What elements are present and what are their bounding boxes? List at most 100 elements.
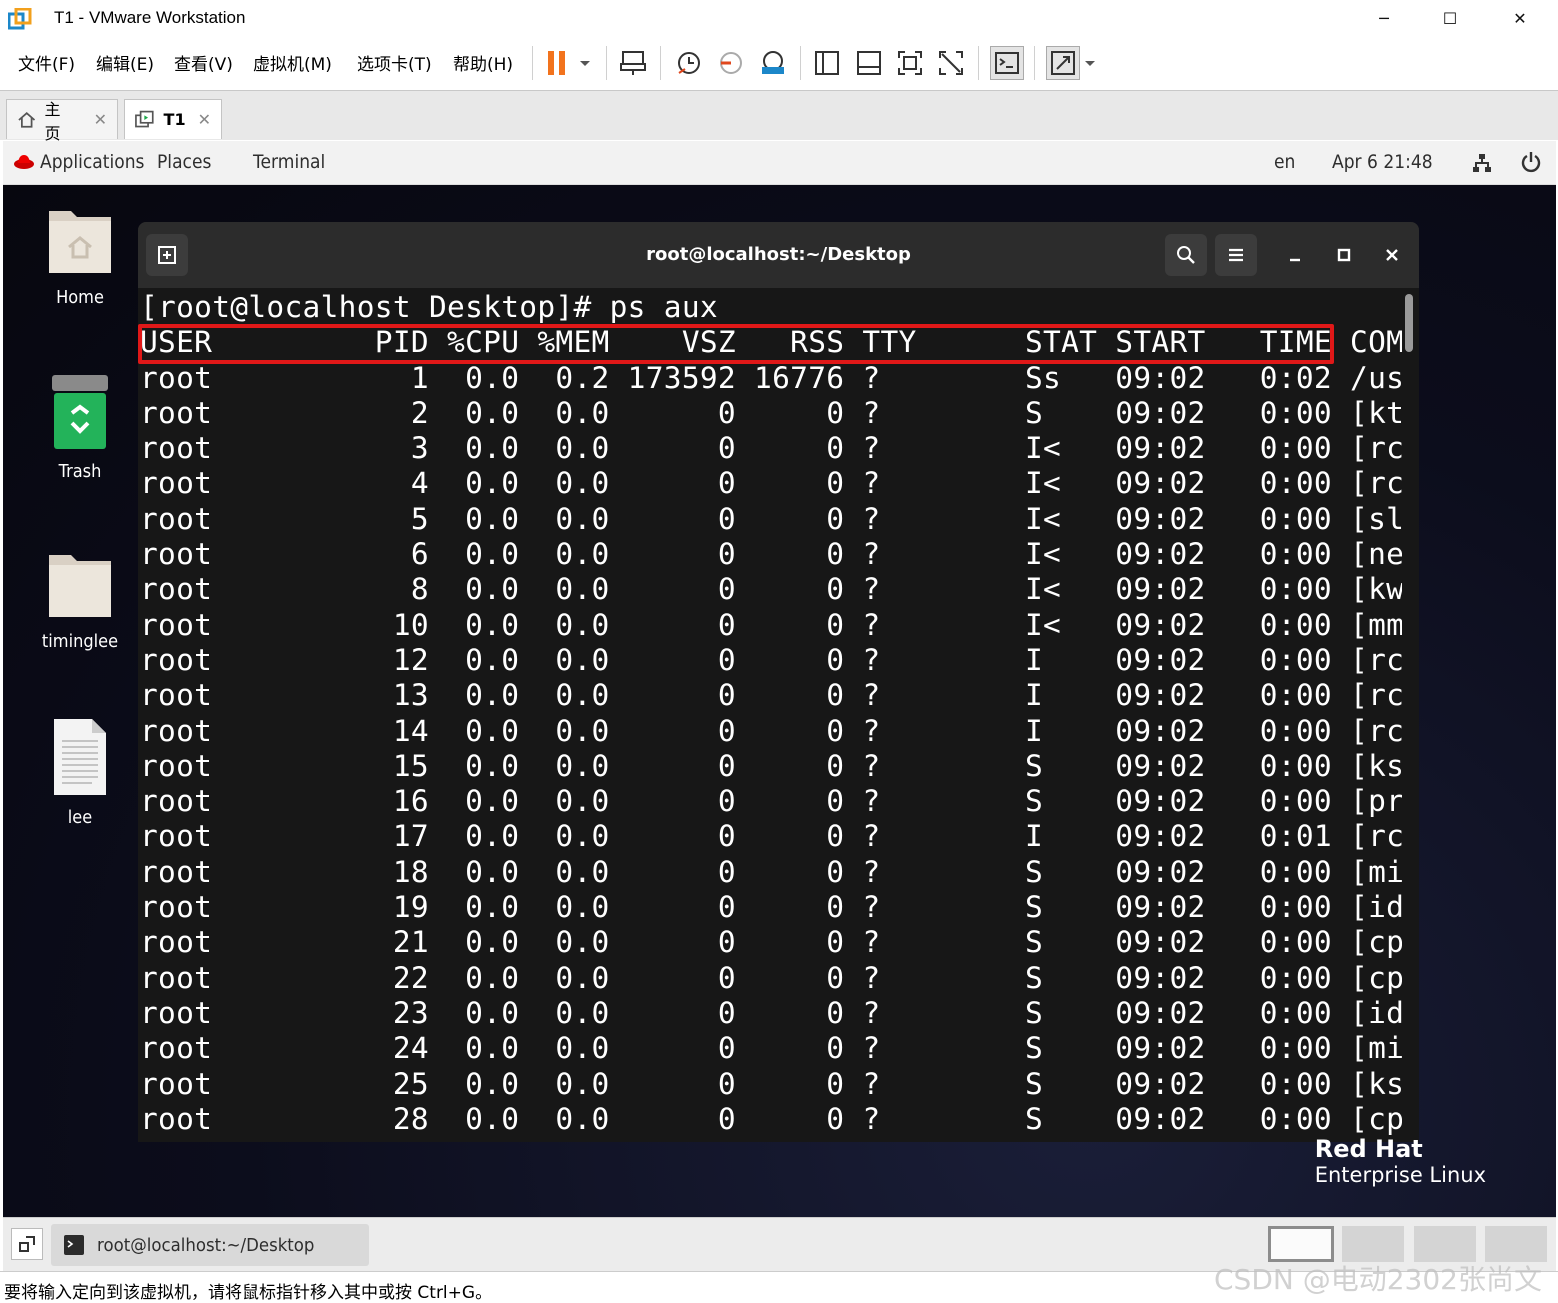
close-tab-icon[interactable]: ✕ — [94, 110, 107, 129]
show-desktop-icon[interactable] — [11, 1228, 43, 1260]
snapshot-manager-icon[interactable] — [756, 46, 790, 80]
pause-dropdown-icon[interactable] — [570, 46, 600, 80]
home-icon — [18, 111, 36, 128]
pause-icon[interactable] — [540, 46, 574, 80]
minimize-icon[interactable] — [1276, 236, 1314, 274]
watermark: CSDN @电动2302张尚文 — [1214, 1263, 1542, 1296]
menu-vm[interactable]: 虚拟机(M) — [253, 50, 332, 75]
desktop-icon-label: timinglee — [41, 631, 119, 652]
os-logo-line2: Enterprise Linux — [1314, 1163, 1486, 1187]
send-ctrl-alt-del-icon[interactable] — [616, 46, 650, 80]
close-icon[interactable] — [1373, 236, 1411, 274]
taskbar-terminal-button[interactable]: root@localhost:~/Desktop — [51, 1224, 369, 1266]
desktop-icon-trash[interactable]: Trash — [25, 373, 135, 482]
desktop-icon-timinglee[interactable]: timinglee — [25, 547, 135, 652]
ps-process-row: root 23 0.0 0.0 0 0 ? S 09:02 0:00 [idle… — [140, 995, 1402, 1030]
terminal-icon — [64, 1235, 84, 1255]
ps-process-row: root 28 0.0 0.0 0 0 ? S 09:02 0:00 [cpuh… — [140, 1101, 1402, 1136]
ps-process-row: root 1 0.0 0.2 173592 16776 ? Ss 09:02 0… — [140, 360, 1402, 395]
tab-t1[interactable]: T1 ✕ — [124, 99, 222, 139]
menu-view[interactable]: 查看(V) — [174, 50, 233, 75]
workspace-1[interactable] — [1268, 1226, 1334, 1262]
terminal-header-bar[interactable]: root@localhost:~/Desktop — [138, 222, 1419, 288]
input-language[interactable]: en — [1274, 151, 1295, 173]
show-library-icon[interactable] — [810, 46, 844, 80]
stretch-dropdown-icon[interactable] — [1078, 46, 1102, 80]
redhat-icon — [14, 155, 34, 169]
desktop-icon-label: Trash — [58, 461, 102, 482]
stretch-view-icon[interactable] — [1046, 46, 1080, 80]
desktop-icon-home[interactable]: Home — [25, 203, 135, 308]
terminal-prompt-line: [root@localhost Desktop]# ps aux — [140, 290, 718, 324]
text-file-icon — [54, 719, 106, 795]
toolbar-separator — [1034, 46, 1035, 80]
unity-mode-icon[interactable] — [934, 46, 968, 80]
gnome-top-bar: Applications Places Terminal en Apr 6 21… — [3, 141, 1556, 185]
ps-process-row: root 5 0.0 0.0 0 0 ? I< 09:02 0:00 [slub… — [140, 501, 1402, 536]
tab-label: 主页 — [44, 99, 61, 143]
menu-bar: 文件(F) 编辑(E) 查看(V) 虚拟机(M) 选项卡(T) 帮助(H) — [0, 38, 1558, 88]
ps-process-row: root 22 0.0 0.0 0 0 ? S 09:02 0:00 [cpuh… — [140, 960, 1402, 995]
clock[interactable]: Apr 6 21:48 — [1332, 151, 1433, 173]
tab-label: T1 — [163, 110, 186, 129]
ps-process-row: root 2 0.0 0.0 0 0 ? S 09:02 0:00 [kthre… — [140, 395, 1402, 430]
revert-snapshot-icon[interactable] — [714, 46, 748, 80]
console-view-icon[interactable] — [990, 46, 1024, 80]
minimize-button[interactable]: ─ — [1370, 6, 1398, 32]
guest-desktop: Home Trash timinglee lee root@localhost:… — [3, 185, 1556, 1217]
places-menu[interactable]: Places — [157, 151, 211, 173]
desktop-icon-label: Home — [56, 287, 104, 308]
toolbar-separator — [660, 46, 661, 80]
toolbar-separator — [800, 46, 801, 80]
ps-process-row: root 24 0.0 0.0 0 0 ? S 09:02 0:00 [migr… — [140, 1031, 1402, 1066]
show-thumbnail-icon[interactable] — [852, 46, 886, 80]
workspace-3[interactable] — [1414, 1226, 1476, 1262]
ps-process-row: root 15 0.0 0.0 0 0 ? S 09:02 0:00 [ksof… — [140, 748, 1402, 783]
ps-process-row: root 12 0.0 0.0 0 0 ? I 09:02 0:00 [rcu_… — [140, 642, 1402, 677]
title-bar: T1 - VMware Workstation ─ ☐ ✕ — [0, 0, 1558, 38]
terminal-app-menu[interactable]: Terminal — [253, 151, 325, 173]
ps-process-row: root 8 0.0 0.0 0 0 ? I< 09:02 0:00 [kwor… — [140, 572, 1402, 607]
ps-process-row: root 13 0.0 0.0 0 0 ? I 09:02 0:00 [rcu_… — [140, 678, 1402, 713]
ps-process-row: root 6 0.0 0.0 0 0 ? I< 09:02 0:00 [netn… — [140, 537, 1402, 572]
menu-tabs[interactable]: 选项卡(T) — [357, 50, 432, 75]
close-button[interactable]: ✕ — [1506, 6, 1534, 32]
toolbar-separator — [532, 46, 533, 80]
applications-menu[interactable]: Applications — [40, 151, 144, 173]
taskbar-window-label: root@localhost:~/Desktop — [97, 1234, 315, 1256]
maximize-icon[interactable] — [1325, 236, 1363, 274]
power-icon[interactable] — [1521, 151, 1541, 173]
close-tab-icon[interactable]: ✕ — [198, 110, 211, 129]
hamburger-menu-icon[interactable] — [1215, 234, 1257, 276]
menu-file[interactable]: 文件(F) — [18, 50, 75, 75]
terminal-output[interactable]: [root@localhost Desktop]# ps aux USER PID… — [140, 290, 1402, 1142]
window-title: T1 - VMware Workstation — [54, 8, 246, 27]
vmware-logo-icon — [8, 8, 32, 30]
vm-icon — [135, 110, 154, 127]
full-screen-icon[interactable] — [893, 46, 927, 80]
ps-process-row: root 21 0.0 0.0 0 0 ? S 09:02 0:00 [cpuh… — [140, 925, 1402, 960]
search-icon[interactable] — [1165, 234, 1207, 276]
maximize-button[interactable]: ☐ — [1436, 6, 1464, 32]
redhat-enterprise-linux-logo: Red Hat Enterprise Linux — [1315, 1135, 1486, 1187]
terminal-scrollbar[interactable] — [1405, 294, 1413, 352]
header-highlight-box — [138, 324, 1334, 364]
ps-process-row: root 3 0.0 0.0 0 0 ? I< 09:02 0:00 [rcu_… — [140, 431, 1402, 466]
toolbar-separator — [978, 46, 979, 80]
trash-icon — [52, 375, 108, 449]
desktop-icon-lee[interactable]: lee — [25, 717, 135, 828]
ps-process-row: root 16 0.0 0.0 0 0 ? S 09:02 0:00 [pr/t… — [140, 784, 1402, 819]
menu-edit[interactable]: 编辑(E) — [96, 50, 154, 75]
ps-process-row: root 14 0.0 0.0 0 0 ? I 09:02 0:00 [rcu_… — [140, 713, 1402, 748]
ps-process-row: root 25 0.0 0.0 0 0 ? S 09:02 0:00 [ksof… — [140, 1066, 1402, 1101]
ps-process-row: root 18 0.0 0.0 0 0 ? S 09:02 0:00 [migr… — [140, 854, 1402, 889]
status-bar: 要将输入定向到该虚拟机，请将鼠标指针移入其中或按 Ctrl+G。 CSDN @电… — [0, 1263, 1558, 1303]
network-icon[interactable] — [1472, 153, 1492, 173]
workspace-2[interactable] — [1342, 1226, 1404, 1262]
workspace-4[interactable] — [1485, 1226, 1547, 1262]
terminal-window[interactable]: root@localhost:~/Desktop [root@localhost… — [138, 222, 1419, 1142]
tab-home[interactable]: 主页 ✕ — [6, 99, 118, 143]
ps-process-row: root 17 0.0 0.0 0 0 ? I 09:02 0:01 [rcu_… — [140, 819, 1402, 854]
menu-help[interactable]: 帮助(H) — [453, 50, 513, 75]
snapshot-icon[interactable] — [672, 46, 706, 80]
